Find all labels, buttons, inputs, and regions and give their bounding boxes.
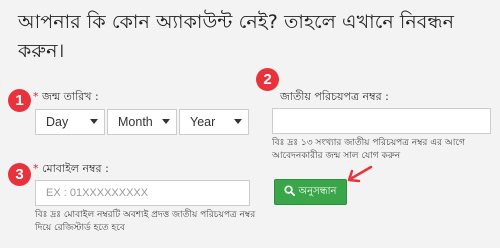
birth-date-label-text: জন্ম তারিখ : <box>42 90 99 103</box>
year-select-value: Year <box>190 115 216 129</box>
chevron-down-icon <box>90 119 98 124</box>
day-select-value: Day <box>46 115 69 129</box>
chevron-down-icon <box>162 119 170 124</box>
mobile-help-text: বিঃ দ্রঃ মোবাইল নম্বরটি অবশ্যই প্রদত্ত জ… <box>35 210 256 233</box>
mobile-label: * মোবাইল নম্বর : <box>33 160 109 179</box>
birth-date-label: * জন্ম তারিখ : <box>33 88 99 107</box>
search-button[interactable]: অনুসন্ধান <box>274 179 347 205</box>
step-marker-2: 2 <box>256 68 279 91</box>
mobile-input[interactable]: EX : 01XXXXXXXXX <box>35 180 250 206</box>
month-select-value: Month <box>118 115 153 129</box>
step-marker-1: 1 <box>8 89 31 112</box>
day-select[interactable]: Day <box>35 109 105 135</box>
pointer-arrow-icon <box>347 165 373 183</box>
required-mark: * <box>33 90 39 103</box>
required-mark: * <box>33 162 39 175</box>
search-button-label: অনুসন্ধান <box>298 186 337 197</box>
month-select[interactable]: Month <box>107 109 177 135</box>
step-marker-3: 3 <box>8 163 31 186</box>
nid-label: জাতীয় পরিচয়পত্র নম্বর : <box>280 90 389 103</box>
mobile-label-text: মোবাইল নম্বর : <box>42 162 109 175</box>
search-icon <box>284 184 296 196</box>
chevron-down-icon <box>234 119 242 124</box>
nid-input[interactable] <box>272 108 491 134</box>
nid-help-text: বিঃ দ্রঃ ১৩ সংখ্যার জাতীয় পরিচয়পত্র নম… <box>272 138 465 161</box>
page-heading: আপনার কি কোন অ্যাকাউন্ট নেই? তাহলে এখানে… <box>18 11 455 62</box>
year-select[interactable]: Year <box>179 109 249 135</box>
